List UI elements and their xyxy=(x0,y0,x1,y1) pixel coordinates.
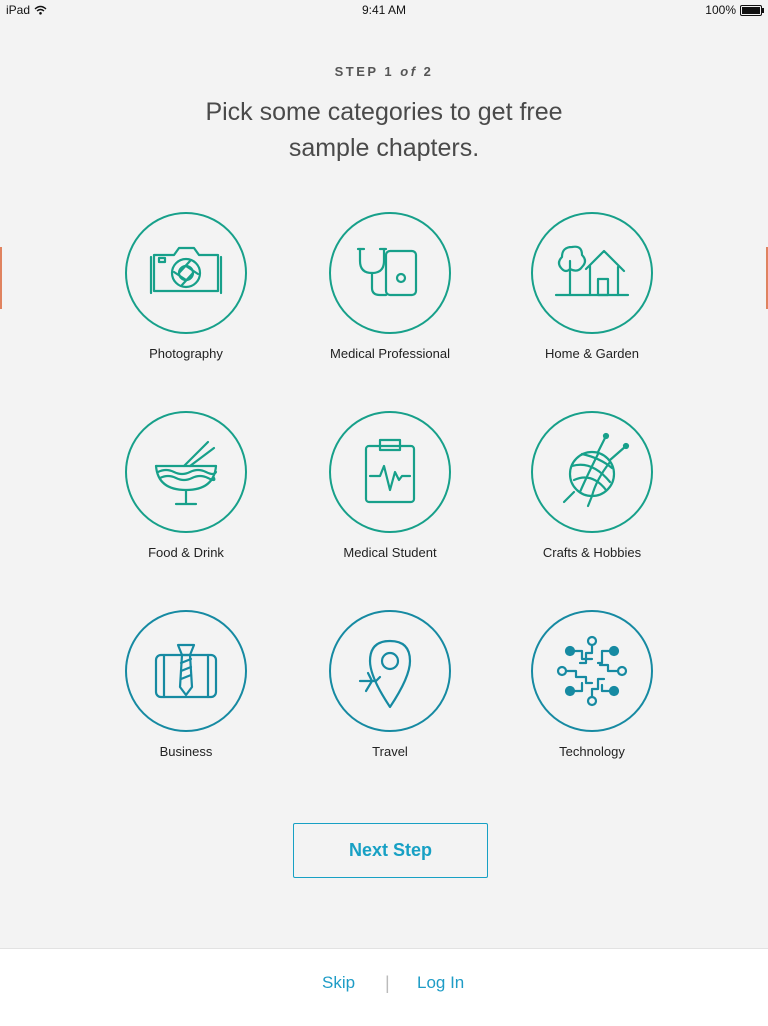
status-bar: iPad 9:41 AM 100% xyxy=(0,0,768,20)
category-circle xyxy=(329,212,451,334)
step-total: 2 xyxy=(423,64,434,79)
category-label: Photography xyxy=(149,346,223,361)
category-home-garden[interactable]: Home & Garden xyxy=(492,212,692,361)
category-label: Medical Student xyxy=(343,545,437,560)
category-label: Medical Professional xyxy=(330,346,450,361)
category-circle xyxy=(531,610,653,732)
category-circle xyxy=(329,411,451,533)
category-circle xyxy=(531,411,653,533)
category-circle xyxy=(531,212,653,334)
map-pin-plane-icon xyxy=(358,639,412,709)
category-food-drink[interactable]: Food & Drink xyxy=(86,411,286,560)
battery-percent: 100% xyxy=(705,3,736,17)
skip-link[interactable]: Skip xyxy=(322,973,355,993)
status-right: 100% xyxy=(705,3,764,17)
footer-bar: Skip | Log In xyxy=(0,948,768,1026)
step-prefix: STEP 1 xyxy=(334,64,395,79)
category-label: Crafts & Hobbies xyxy=(542,545,642,560)
status-time: 9:41 AM xyxy=(361,3,407,17)
category-medical-professional[interactable]: Medical Professional xyxy=(290,212,490,361)
category-label: Travel xyxy=(372,744,408,759)
category-crafts-hobbies[interactable]: Crafts & Hobbies xyxy=(492,411,692,560)
next-step-button[interactable]: Next Step xyxy=(293,823,488,878)
category-circle xyxy=(125,411,247,533)
login-link[interactable]: Log In xyxy=(417,973,464,993)
left-edge-marker xyxy=(0,247,2,309)
yarn-ball-icon xyxy=(562,432,630,508)
category-label: Food & Drink xyxy=(148,545,224,560)
step-of: of xyxy=(400,64,418,79)
step-indicator: STEP 1 of 2 xyxy=(0,64,768,79)
category-label: Technology xyxy=(559,744,625,759)
category-technology[interactable]: Technology xyxy=(492,610,692,759)
category-circle xyxy=(329,610,451,732)
noodle-bowl-icon xyxy=(154,440,218,506)
category-label: Business xyxy=(159,744,213,759)
house-tree-icon xyxy=(554,245,630,297)
category-business[interactable]: Business xyxy=(86,610,286,759)
stethoscope-icon xyxy=(356,247,418,297)
category-circle xyxy=(125,212,247,334)
circuit-icon xyxy=(556,635,628,707)
category-photography[interactable]: Photography xyxy=(86,212,286,361)
category-medical-student[interactable]: Medical Student xyxy=(290,411,490,560)
battery-icon xyxy=(740,4,764,16)
camera-icon xyxy=(149,246,223,295)
category-label: Home & Garden xyxy=(545,346,639,361)
category-travel[interactable]: Travel xyxy=(290,610,490,759)
category-circle xyxy=(125,610,247,732)
footer-separator: | xyxy=(385,973,390,993)
clipboard-heartbeat-icon xyxy=(364,438,416,504)
page-title: Pick some categories to get free sample … xyxy=(205,98,563,162)
briefcase-tie-icon xyxy=(154,643,218,699)
